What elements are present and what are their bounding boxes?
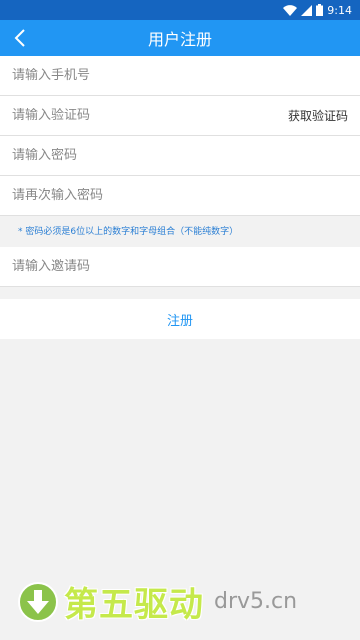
password-confirm-input[interactable] (12, 188, 348, 203)
back-button[interactable] (8, 20, 32, 56)
invite-code-input[interactable] (12, 259, 348, 274)
chevron-left-icon (14, 29, 25, 47)
watermark-brand: 第五驱动 (64, 585, 204, 625)
invite-row (0, 247, 360, 287)
get-code-button[interactable]: 获取验证码 (288, 107, 348, 124)
title-bar: 用户注册 (0, 20, 360, 56)
password-hint: * 密码必须是6位以上的数字和字母组合（不能纯数字） (0, 216, 360, 247)
watermark-domain: drv5.cn (214, 589, 298, 614)
wifi-icon (283, 4, 298, 16)
phone-row (0, 56, 360, 96)
code-row: 获取验证码 (0, 96, 360, 136)
download-arrow-icon (18, 581, 58, 622)
password-row (0, 136, 360, 176)
register-form: 获取验证码 (0, 56, 360, 216)
battery-icon (316, 4, 324, 16)
phone-input[interactable] (12, 68, 348, 83)
clock: 9:14 (327, 3, 352, 17)
code-input[interactable] (12, 108, 280, 123)
status-bar: 9:14 (0, 0, 360, 20)
password-confirm-row (0, 176, 360, 216)
page-title: 用户注册 (147, 30, 212, 49)
signal-icon (301, 4, 313, 16)
password-input[interactable] (12, 148, 348, 163)
watermark: 第五驱动 drv5.cn (18, 577, 297, 626)
register-button[interactable]: 注册 (0, 299, 360, 339)
